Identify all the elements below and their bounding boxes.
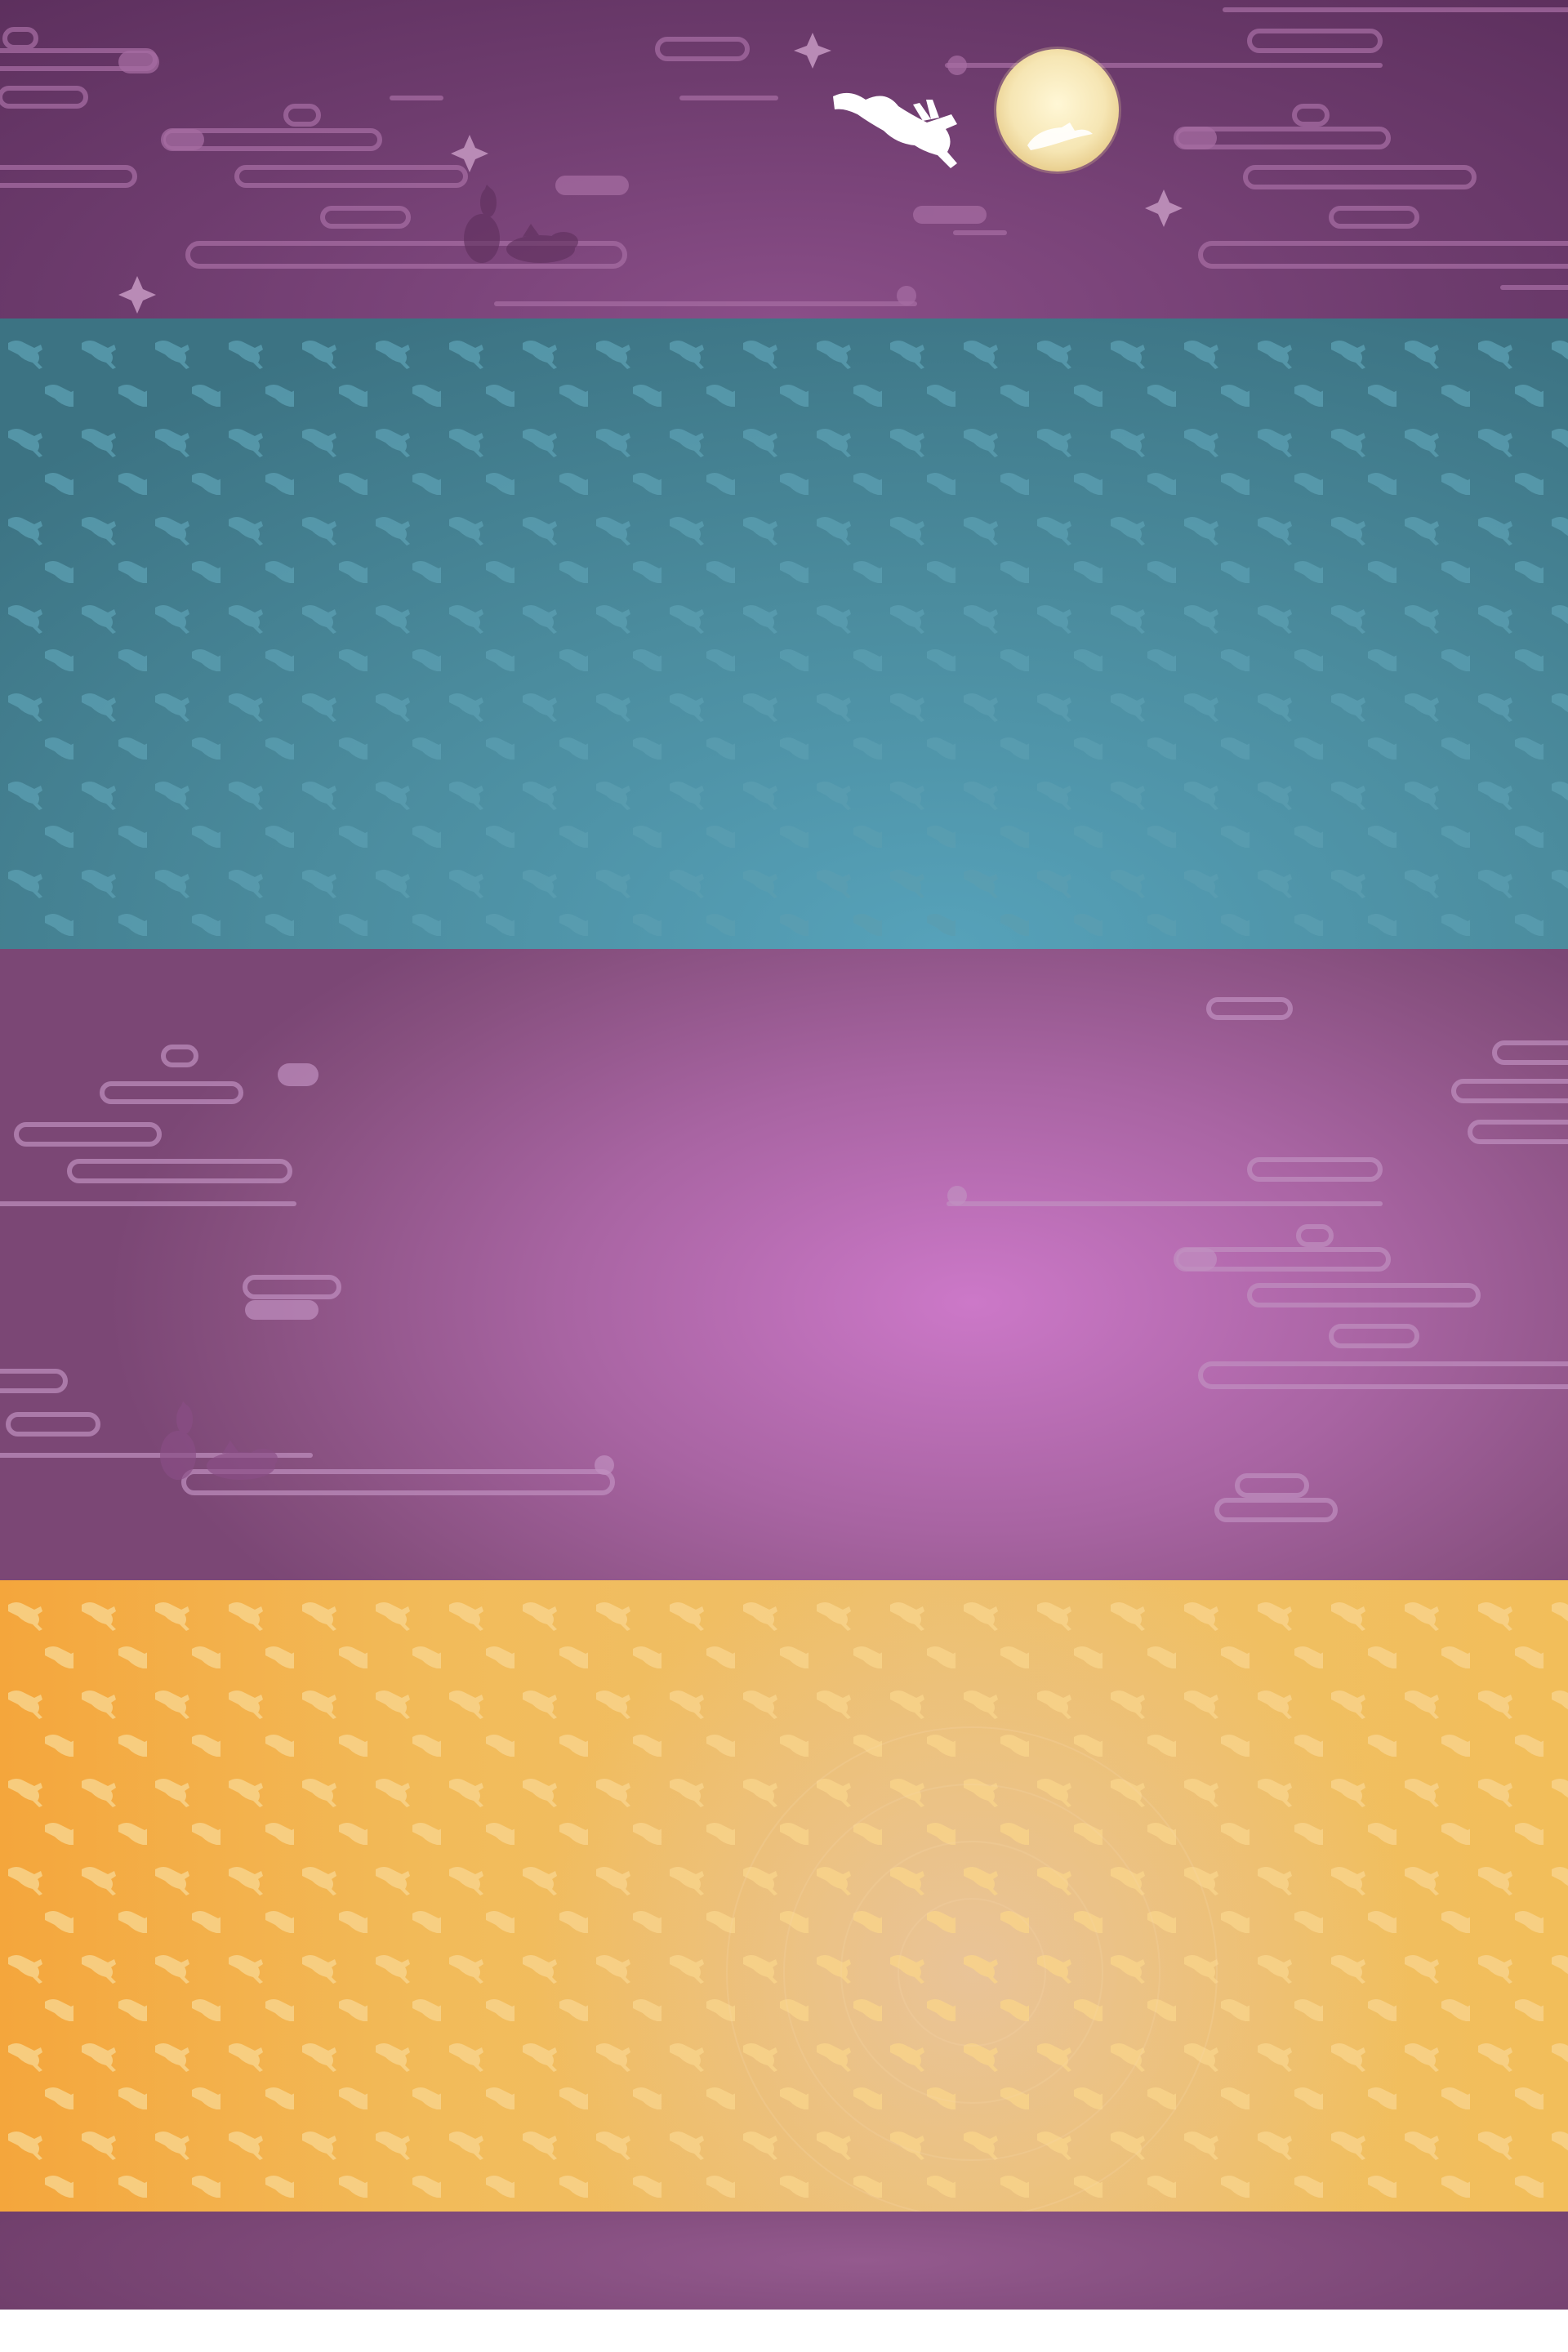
cloud-icon xyxy=(245,1063,1217,1475)
teal-hare-pattern-panel xyxy=(0,318,1568,949)
night-sky-banner xyxy=(0,0,1568,318)
hare-pattern-gold xyxy=(0,1580,1568,2212)
violet-cloud-art xyxy=(0,997,1568,1522)
gold-hare-pattern-panel xyxy=(0,1580,1568,2212)
night-sky-art xyxy=(0,7,1568,314)
cloud-icon xyxy=(0,997,1568,1522)
footer-strip xyxy=(0,2212,1568,2310)
moon-icon xyxy=(994,47,1121,174)
sitting-rabbit-icon xyxy=(160,1401,278,1480)
leaping-hare-icon xyxy=(833,92,957,168)
hare-pattern-teal xyxy=(0,318,1568,949)
bottom-margin xyxy=(0,2310,1568,2352)
sitting-rabbit-icon xyxy=(464,185,578,263)
violet-cloud-panel xyxy=(0,949,1568,1580)
